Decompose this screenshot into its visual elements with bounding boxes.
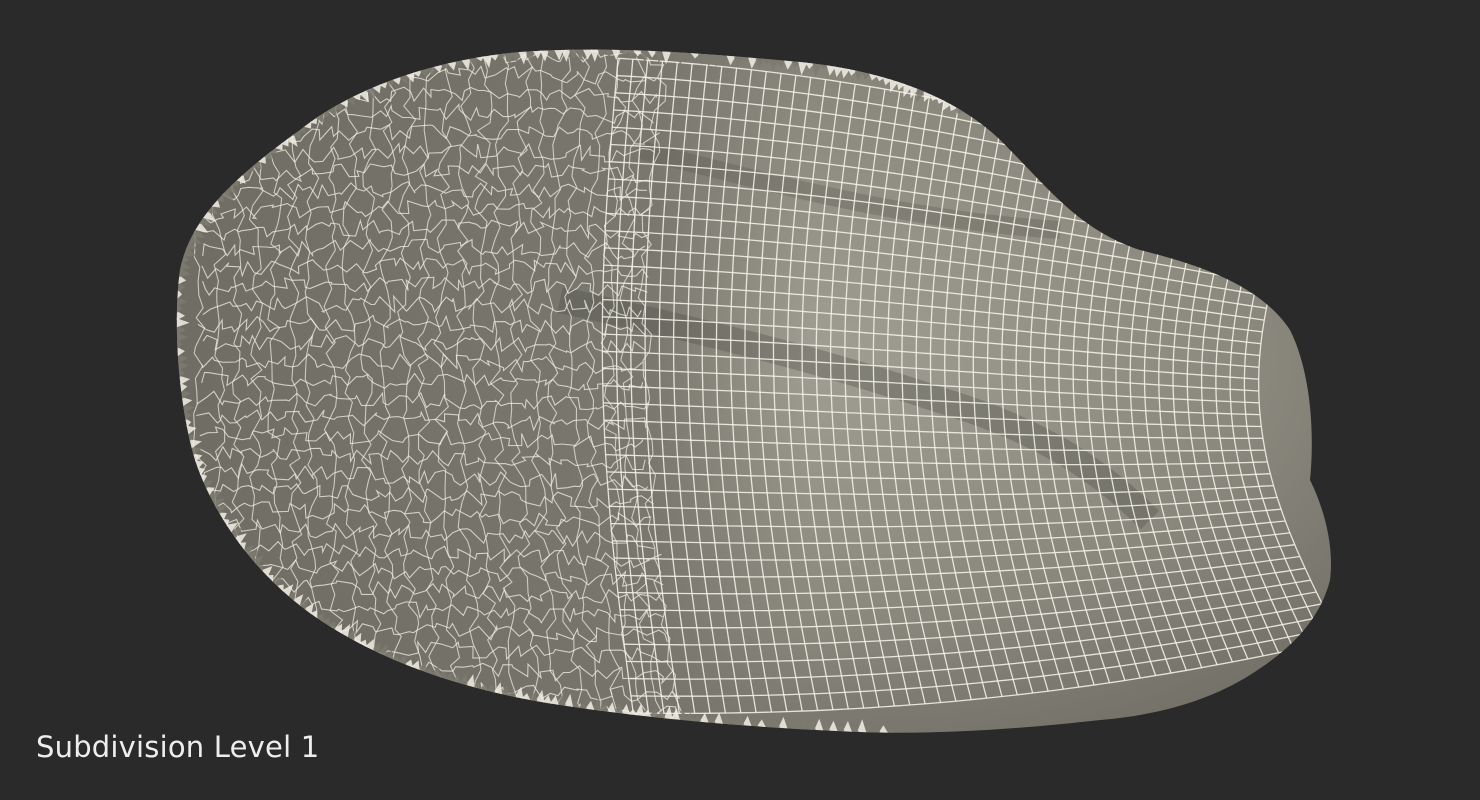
mesh-body	[176, 49, 1331, 733]
edge-spike	[256, 564, 263, 572]
subdivision-caption: Subdivision Level 1	[36, 730, 320, 764]
rough-region	[176, 49, 1331, 733]
render-viewport: Subdivision Level 1	[0, 0, 1480, 800]
mesh-render	[176, 49, 1331, 733]
